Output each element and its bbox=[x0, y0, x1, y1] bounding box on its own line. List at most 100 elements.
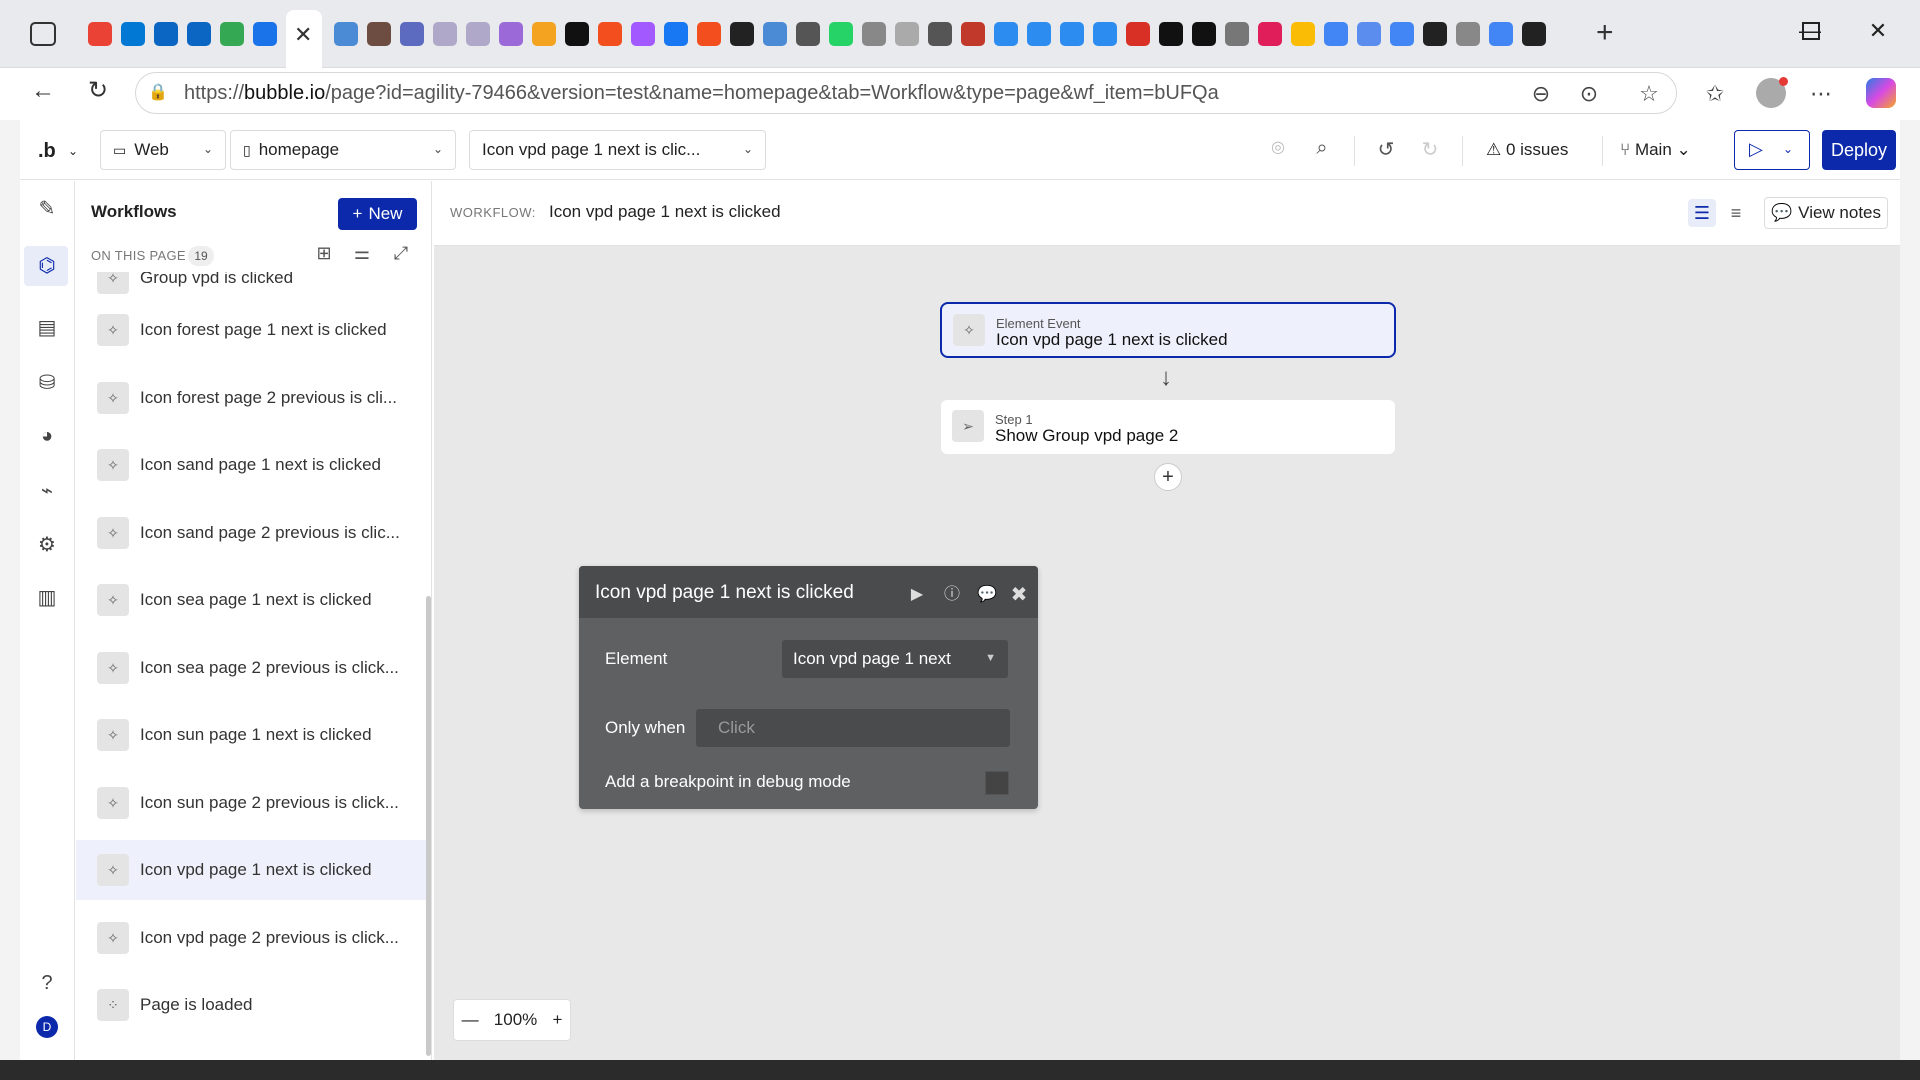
issues-button[interactable]: ⚠ 0 issues bbox=[1486, 140, 1568, 160]
workflow-list-item[interactable]: ✧ Group vpd is clicked bbox=[76, 272, 426, 300]
doc-icon[interactable] bbox=[466, 22, 490, 46]
s-icon[interactable] bbox=[499, 22, 523, 46]
facebook-icon[interactable] bbox=[664, 22, 688, 46]
pdf-icon[interactable] bbox=[1126, 22, 1150, 46]
step-card[interactable]: ➢ Step 1 Show Group vpd page 2 bbox=[941, 400, 1395, 454]
platform-select[interactable]: ▭ Web ⌄ bbox=[100, 130, 226, 170]
openai-icon[interactable] bbox=[565, 22, 589, 46]
reload-icon[interactable]: ↻ bbox=[82, 76, 114, 108]
linkedin-icon[interactable] bbox=[154, 22, 178, 46]
whatsapp-icon[interactable] bbox=[829, 22, 853, 46]
image-icon[interactable] bbox=[1027, 22, 1051, 46]
back-icon[interactable]: ← bbox=[27, 76, 59, 108]
image-icon[interactable] bbox=[1093, 22, 1117, 46]
workflow-list-item[interactable]: ✧ Icon vpd page 2 previous is click... bbox=[76, 908, 426, 968]
workflow-list-item[interactable]: ✧ Icon sea page 1 next is clicked bbox=[76, 570, 426, 630]
v-icon[interactable] bbox=[400, 22, 424, 46]
chart-icon[interactable] bbox=[532, 22, 556, 46]
wix-icon[interactable] bbox=[1192, 22, 1216, 46]
close-tab-icon[interactable]: ✕ bbox=[294, 22, 312, 48]
list-view-icon[interactable]: ≡ bbox=[1722, 199, 1750, 227]
avatar[interactable]: D bbox=[36, 1016, 58, 1038]
figma-icon[interactable] bbox=[631, 22, 655, 46]
expand-icon[interactable]: ⤢ bbox=[388, 243, 414, 264]
help-icon[interactable]: ? bbox=[32, 968, 62, 998]
only-when-input[interactable]: Click bbox=[696, 709, 1010, 747]
url-text[interactable]: https://bubble.io/page?id=agility-79466&… bbox=[184, 82, 1219, 105]
globe-icon[interactable] bbox=[1456, 22, 1480, 46]
window-icon[interactable] bbox=[928, 22, 952, 46]
logo-chevron-icon[interactable]: ⌄ bbox=[68, 144, 78, 158]
tab-actions-icon[interactable] bbox=[30, 22, 56, 46]
workflow-list-item[interactable]: ✧ Icon sun page 2 previous is click... bbox=[76, 773, 426, 833]
favorite-icon[interactable]: ☆ bbox=[1634, 80, 1664, 110]
image-icon[interactable] bbox=[994, 22, 1018, 46]
workflow-select[interactable]: Icon vpd page 1 next is clic... ⌄ bbox=[469, 130, 766, 170]
coffee-icon[interactable] bbox=[367, 22, 391, 46]
favorites-icon[interactable]: ✩ bbox=[1700, 80, 1730, 110]
info-icon[interactable]: ⓘ bbox=[939, 582, 965, 608]
chart-icon[interactable]: ▥ bbox=[32, 583, 62, 613]
palette-icon[interactable]: ◕ bbox=[32, 421, 62, 451]
outlook-icon[interactable] bbox=[121, 22, 145, 46]
more-tools-icon[interactable]: ⊙ bbox=[1574, 80, 1604, 110]
folder-add-icon[interactable]: ⊞ bbox=[311, 243, 337, 264]
slack-icon[interactable] bbox=[1258, 22, 1282, 46]
bubble-icon[interactable] bbox=[730, 22, 754, 46]
list-icon[interactable] bbox=[1324, 22, 1348, 46]
info-icon[interactable] bbox=[862, 22, 886, 46]
wix-icon[interactable] bbox=[1159, 22, 1183, 46]
workflow-list-item[interactable]: ✧ Icon vpd page 1 next is clicked bbox=[76, 840, 426, 900]
workflow-list-item[interactable]: ✧ Icon sea page 2 previous is click... bbox=[76, 638, 426, 698]
breakpoint-checkbox[interactable] bbox=[985, 771, 1009, 795]
e-icon[interactable] bbox=[1357, 22, 1381, 46]
close-window-icon[interactable]: ✕ bbox=[1858, 18, 1898, 44]
bubble-icon[interactable] bbox=[1423, 22, 1447, 46]
bubble-icon[interactable] bbox=[1522, 22, 1546, 46]
preview-button[interactable]: ▷ ⌄ bbox=[1734, 130, 1810, 170]
figma-icon[interactable] bbox=[697, 22, 721, 46]
card-view-icon[interactable]: ☰ bbox=[1688, 199, 1716, 227]
image-icon[interactable] bbox=[1060, 22, 1084, 46]
element-select[interactable]: Icon vpd page 1 next ▼ bbox=[782, 640, 1008, 678]
workflow-list-item[interactable]: ⁘ Page is loaded bbox=[76, 975, 426, 1035]
new-workflow-button[interactable]: + New bbox=[338, 198, 417, 230]
more-icon[interactable]: ⋯ bbox=[1806, 80, 1836, 110]
event-card[interactable]: ✧ Element Event Icon vpd page 1 next is … bbox=[940, 302, 1396, 358]
globe-icon[interactable] bbox=[1225, 22, 1249, 46]
add-step-button[interactable]: + bbox=[1154, 463, 1182, 491]
workflow-list-item[interactable]: ✧ Icon sun page 1 next is clicked bbox=[76, 705, 426, 765]
view-notes-button[interactable]: 💬 View notes bbox=[1764, 197, 1888, 229]
workflow-list-item[interactable]: ✧ Icon sand page 2 previous is clic... bbox=[76, 503, 426, 563]
figma-icon[interactable] bbox=[598, 22, 622, 46]
grid-icon[interactable] bbox=[1291, 22, 1315, 46]
filter-icon[interactable]: ⚌ bbox=[349, 243, 375, 264]
database-icon[interactable]: ⛁ bbox=[32, 368, 62, 398]
calendar-icon[interactable] bbox=[253, 22, 277, 46]
sailboat-icon[interactable] bbox=[763, 22, 787, 46]
settings-icon[interactable]: ⚙ bbox=[32, 530, 62, 560]
search-icon[interactable]: ⌕ bbox=[1308, 137, 1336, 160]
google-icon[interactable] bbox=[1390, 22, 1414, 46]
new-tab-icon[interactable]: + bbox=[1596, 16, 1614, 50]
layout-icon[interactable]: ▤ bbox=[32, 313, 62, 343]
site-info-icon[interactable]: 🔒 bbox=[148, 82, 168, 102]
star-icon[interactable] bbox=[961, 22, 985, 46]
undo-icon[interactable]: ↺ bbox=[1372, 137, 1400, 162]
o-icon[interactable] bbox=[895, 22, 919, 46]
close-icon[interactable]: ✖ bbox=[1006, 582, 1032, 608]
bubble-logo[interactable]: .b bbox=[38, 140, 56, 163]
google-icon[interactable] bbox=[1489, 22, 1513, 46]
comment-icon[interactable]: 💬 bbox=[974, 582, 1000, 608]
workflow-list-item[interactable]: ✧ Icon forest page 2 previous is cli... bbox=[76, 368, 426, 428]
check-circle-icon[interactable]: ◎ bbox=[1264, 137, 1292, 157]
branch-select[interactable]: ⑂ Main ⌄ bbox=[1620, 140, 1691, 160]
workflow-list-item[interactable]: ✧ Icon forest page 1 next is clicked bbox=[76, 300, 426, 360]
pencil-icon[interactable]: ✎ bbox=[32, 194, 62, 224]
arrow-icon[interactable] bbox=[796, 22, 820, 46]
redo-icon[interactable]: ↻ bbox=[1416, 137, 1444, 162]
maximize-icon[interactable] bbox=[1802, 22, 1820, 40]
page-select[interactable]: ▯ homepage ⌄ bbox=[230, 130, 456, 170]
workflow-list-item[interactable]: ✧ Icon sand page 1 next is clicked bbox=[76, 435, 426, 495]
doc-icon[interactable] bbox=[433, 22, 457, 46]
